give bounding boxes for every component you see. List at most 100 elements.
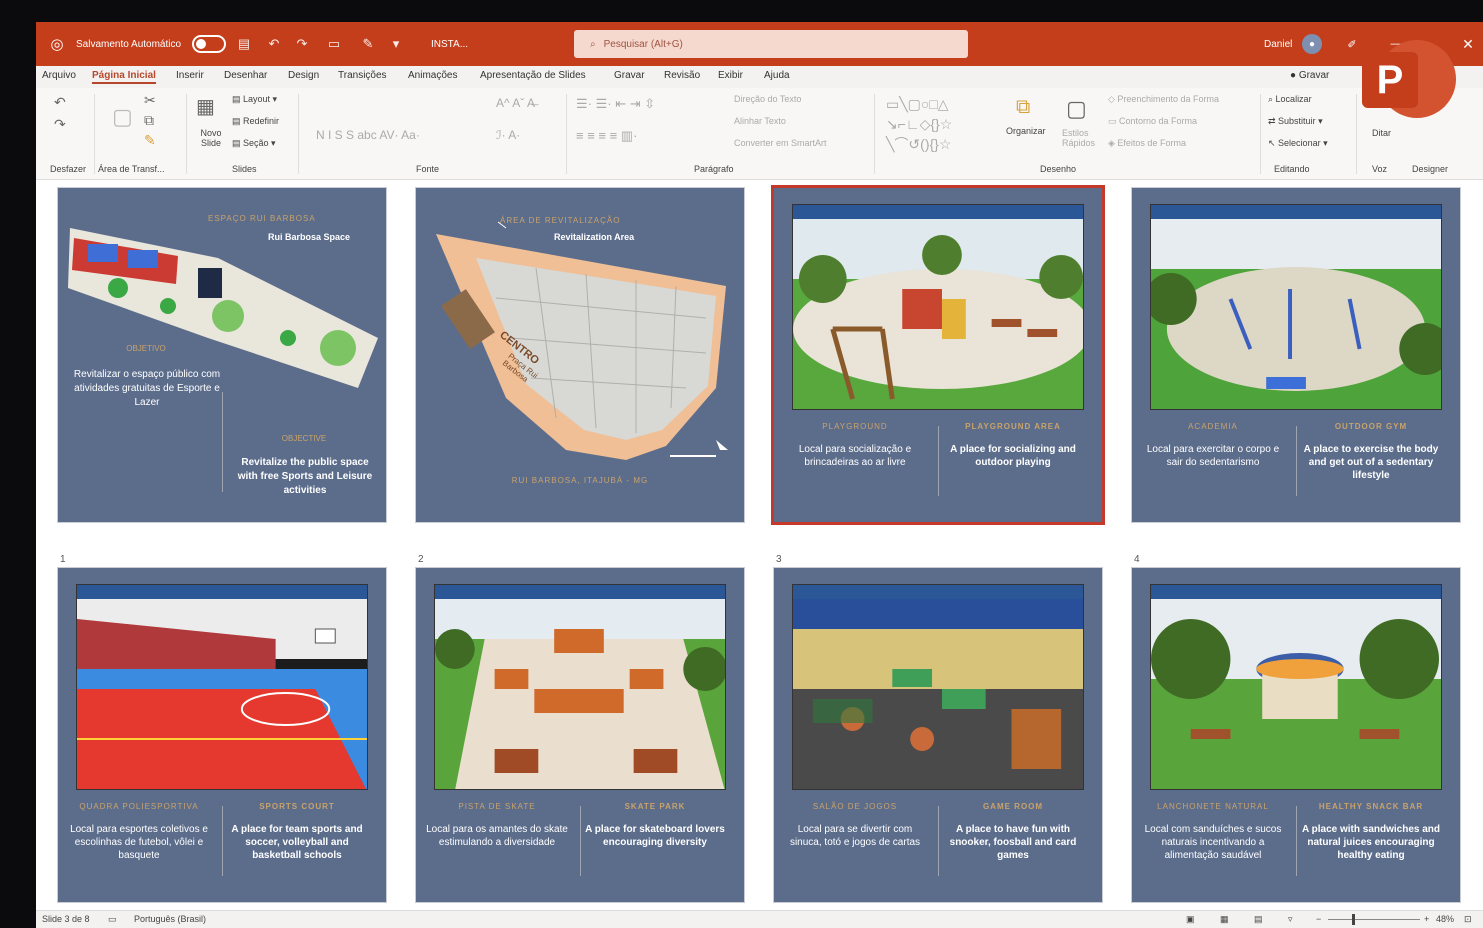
tab-animacoes[interactable]: Animações [408, 70, 457, 81]
slide-thumbnail[interactable]: ESPAÇO RUI BARBOSA Rui Barbosa Space OBJ… [58, 188, 386, 522]
autosave-toggle[interactable] [192, 35, 226, 53]
list-icons[interactable]: ☰· ☰· ⇤ ⇥ ⇳ [576, 96, 655, 112]
reset-label: Redefinir [243, 116, 280, 126]
record-label: Gravar [1298, 70, 1330, 81]
shape-fill-button[interactable]: ◇ Preenchimento da Forma [1108, 94, 1219, 105]
tab-ajuda[interactable]: Ajuda [764, 70, 790, 81]
zoom-slider-thumb[interactable] [1352, 914, 1355, 925]
objective-pt-text: Revitalizar o espaço público com ativida… [73, 369, 221, 408]
fit-slide-icon[interactable]: ⊡ [1464, 914, 1472, 925]
font-size-icons[interactable]: A^ Aˇ A̶ [496, 96, 535, 110]
caption-pt: PLAYGROUND Local para socialização e bri… [782, 420, 928, 469]
slide-sorter-view-icon[interactable]: ▦ [1220, 914, 1229, 925]
search-box[interactable]: ⌕ Pesquisar (Alt+G) [574, 30, 968, 58]
find-button[interactable]: ⌕ Localizar [1268, 94, 1312, 105]
align-icons[interactable]: ≡ ≡ ≡ ≡ ▥· [576, 128, 637, 144]
tab-gravar[interactable]: Gravar [614, 70, 645, 81]
slide-number: 4 [1134, 554, 1140, 565]
file-name[interactable]: INSTA... [431, 22, 468, 66]
customize-toolbar-icon[interactable]: ▾ [386, 22, 406, 66]
find-label: Localizar [1275, 94, 1312, 104]
shape-effects-button[interactable]: ◈ Efeitos de Forma [1108, 138, 1186, 149]
reset-button[interactable]: ▤ Redefinir [232, 116, 279, 127]
tab-arquivo[interactable]: Arquivo [42, 70, 76, 81]
touch-mode-icon[interactable]: ✎ [358, 22, 378, 66]
paste-icon[interactable]: ▢ [112, 104, 133, 130]
convert-smartart-button[interactable]: Converter em SmartArt [734, 138, 827, 148]
font-format-icons[interactable]: N I S S abc AV· Aa· [316, 128, 420, 142]
record-button[interactable]: ● Gravar [1290, 70, 1329, 81]
layout-button[interactable]: ▤ Layout ▾ [232, 94, 277, 105]
new-slide-button[interactable]: Novo Slide [194, 128, 228, 148]
align-text-button[interactable]: Alinhar Texto [734, 116, 786, 126]
shape-outline-button[interactable]: ▭ Contorno da Forma [1108, 116, 1197, 127]
zoom-slider[interactable] [1328, 919, 1420, 920]
slide-thumbnail[interactable]: ÁREA DE REVITALIZAÇÃO Revitalization Are… [416, 188, 744, 522]
zoom-level[interactable]: 48% [1436, 914, 1454, 924]
arrange-icon[interactable]: ⧉ [1016, 96, 1030, 119]
shape-outline-label: Contorno da Forma [1119, 116, 1198, 126]
office-icon[interactable]: ◎ [44, 22, 70, 66]
slide-number: 3 [776, 554, 782, 565]
replace-button[interactable]: ⇄ Substituir ▾ [1268, 116, 1323, 127]
quick-styles-button[interactable]: Estilos Rápidos [1062, 128, 1100, 148]
quick-styles-icon[interactable]: ▢ [1066, 96, 1087, 122]
cut-icon[interactable]: ✂ [144, 92, 156, 109]
section-button[interactable]: ▤ Seção ▾ [232, 138, 276, 149]
clipboard-group-label: Área de Transf... [98, 164, 165, 174]
user-name[interactable]: Daniel [1264, 22, 1292, 66]
tab-pagina-inicial[interactable]: Página Inicial [92, 70, 156, 84]
pen-icon[interactable]: ✐ [1342, 22, 1362, 66]
new-slide-icon[interactable]: ▦ [196, 94, 215, 119]
slide-footer: RUI BARBOSA, ITAJUBÁ - MG [511, 476, 649, 485]
caption-en: SKATE PARK A place for skateboard lovers… [582, 800, 728, 849]
undo-icon[interactable]: ↶ [264, 22, 284, 66]
tab-inserir[interactable]: Inserir [176, 70, 204, 81]
text-direction-button[interactable]: Direção do Texto [734, 94, 801, 104]
autosave-label: Salvamento Automático [76, 38, 182, 50]
slides-group-label: Slides [232, 164, 257, 174]
accessibility-icon[interactable]: ▭ [108, 914, 117, 925]
font-color-icons[interactable]: ℐ· A· [496, 128, 520, 142]
language[interactable]: Português (Brasil) [134, 914, 206, 924]
tab-apresentacao[interactable]: Apresentação de Slides [480, 70, 586, 81]
sports-court-render-image [76, 584, 368, 790]
voice-group-label: Voz [1372, 164, 1388, 174]
caption-pt-text: Local para socialização e brincadeiras a… [798, 444, 912, 468]
zoom-out-icon[interactable]: − [1316, 914, 1321, 924]
redo-icon[interactable]: ↷ [292, 22, 312, 66]
save-icon[interactable]: ▤ [234, 22, 254, 66]
close-icon[interactable]: ✕ [1458, 22, 1478, 66]
tab-desenhar[interactable]: Desenhar [224, 70, 267, 81]
tab-transicoes[interactable]: Transições [338, 70, 387, 81]
zoom-in-icon[interactable]: + [1424, 914, 1429, 924]
caption-pt-header: SALÃO DE JOGOS [812, 802, 898, 811]
format-painter-icon[interactable]: ✎ [144, 132, 156, 149]
undo-group-label: Desfazer [50, 164, 87, 174]
reading-view-icon[interactable]: ▤ [1254, 914, 1263, 925]
shapes-gallery[interactable]: ▭╲▢○□△ ↘⌐∟◇{}☆ ╲⌒↺(){}☆ [886, 94, 952, 154]
select-button[interactable]: ↖ Selecionar ▾ [1268, 138, 1328, 149]
arrange-button[interactable]: Organizar [1006, 126, 1046, 136]
undo-icon[interactable]: ↶ [54, 94, 66, 111]
slide-thumbnail[interactable]: LANCHONETE NATURAL Local com sanduíches … [1132, 568, 1460, 902]
tab-design[interactable]: Design [288, 70, 319, 81]
slide-thumbnail[interactable]: PISTA DE SKATE Local para os amantes do … [416, 568, 744, 902]
slideshow-view-icon[interactable]: ▿ [1288, 914, 1293, 925]
tab-revisao[interactable]: Revisão [664, 70, 700, 81]
slide-thumbnail[interactable]: ACADEMIA Local para exercitar o corpo e … [1132, 188, 1460, 522]
tab-exibir[interactable]: Exibir [718, 70, 743, 81]
caption-en: OUTDOOR GYM A place to exercise the body… [1298, 420, 1444, 482]
objective-en-header: OBJECTIVE [281, 434, 327, 443]
avatar[interactable]: ● [1302, 34, 1322, 54]
slide-thumbnail[interactable]: SALÃO DE JOGOS Local para se divertir co… [774, 568, 1102, 902]
copy-icon[interactable]: ⧉ [144, 112, 154, 129]
slide-thumbnail[interactable]: PLAYGROUND Local para socialização e bri… [774, 188, 1102, 522]
caption-pt-header: ACADEMIA [1188, 422, 1238, 431]
slide-thumbnail[interactable]: QUADRA POLIESPORTIVA Local para esportes… [58, 568, 386, 902]
redo-icon[interactable]: ↷ [54, 116, 66, 133]
caption-en-text: A place to exercise the body and get out… [1303, 444, 1439, 481]
normal-view-icon[interactable]: ▣ [1186, 914, 1195, 925]
start-slideshow-icon[interactable]: ▭ [324, 22, 344, 66]
playground-render-image [792, 204, 1084, 410]
